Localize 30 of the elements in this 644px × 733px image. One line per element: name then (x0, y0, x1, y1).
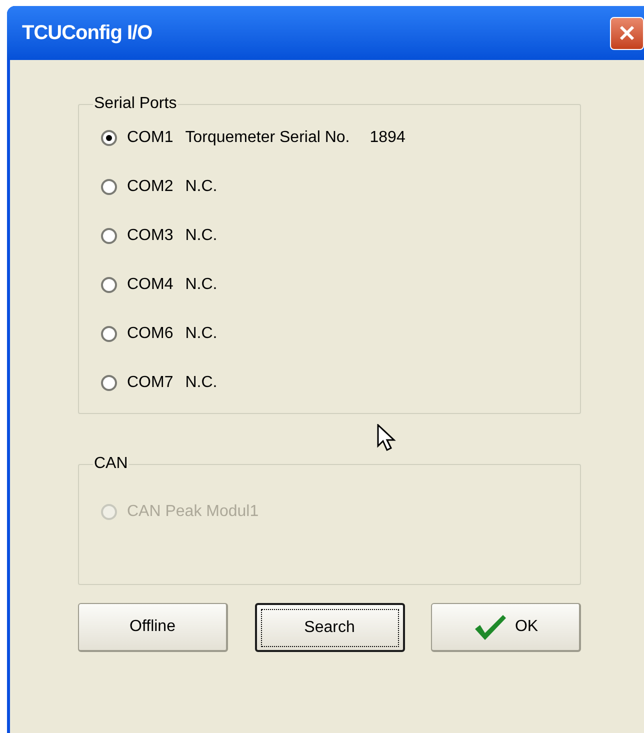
dialog-button[interactable]: Search (254, 603, 404, 652)
module-label: CAN Peak Modul1 (127, 502, 259, 522)
port-description: N.C. (185, 177, 218, 197)
close-button[interactable] (610, 16, 644, 50)
port-description: N.C. (185, 324, 218, 344)
checkmark-icon (472, 613, 507, 641)
port-name: COM1 (127, 128, 174, 148)
radio-button[interactable] (101, 228, 117, 244)
radio-button[interactable] (101, 179, 117, 195)
port-description: N.C. (185, 275, 218, 295)
radio-button[interactable] (101, 326, 117, 342)
group-title: CAN (93, 454, 129, 474)
serial-number: 1894 (370, 128, 406, 148)
radio-button[interactable] (101, 277, 117, 293)
ok-button[interactable]: OK (431, 603, 581, 652)
port-description: N.C. (185, 226, 218, 246)
port-name: COM4 (127, 275, 174, 295)
port-description: N.C. (185, 373, 218, 393)
radio-button[interactable] (101, 375, 117, 391)
radio-button[interactable] (101, 130, 117, 146)
window-title: TCUConfig I/O (22, 21, 152, 46)
port-description: Torquemeter Serial No. (185, 128, 350, 148)
dialog-button[interactable]: Offline (78, 603, 228, 652)
port-name: COM2 (127, 177, 174, 197)
group-title: Serial Ports (93, 94, 178, 114)
mouse-pointer-icon (377, 424, 399, 452)
port-name: COM6 (127, 324, 174, 344)
port-name: COM3 (127, 226, 174, 246)
port-name: COM7 (127, 373, 174, 393)
close-icon (617, 23, 637, 43)
